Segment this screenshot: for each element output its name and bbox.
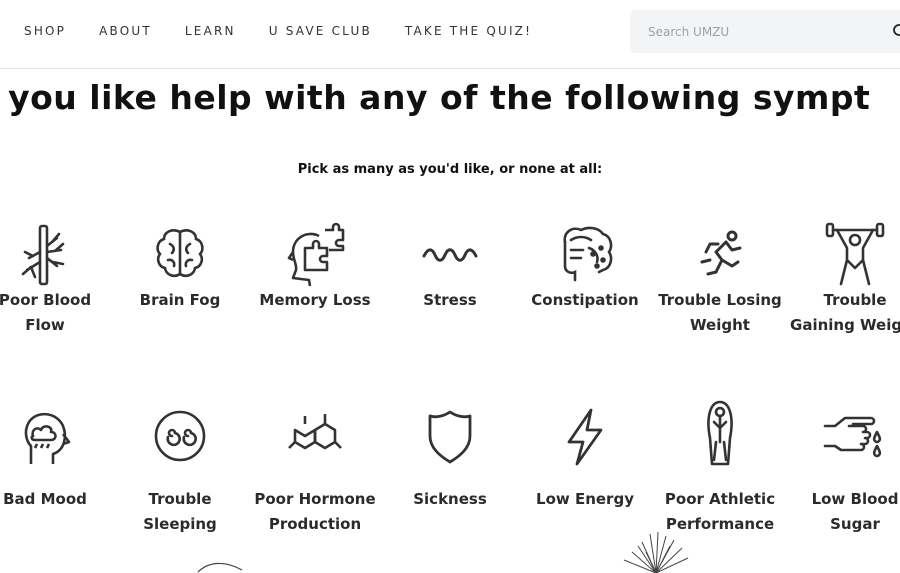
symptom-label: Trouble Sleeping (143, 490, 217, 533)
symptom-low-energy[interactable]: Low Energy (519, 406, 651, 512)
nav-about[interactable]: ABOUT (99, 24, 152, 38)
intestines-icon (563, 226, 613, 282)
decorative-sketch-line (197, 562, 243, 573)
nav-u-save-club[interactable]: U SAVE CLUB (269, 24, 372, 38)
molecule-icon (288, 414, 342, 450)
symptom-sickness[interactable]: Sickness (384, 406, 516, 512)
symptom-trouble-gaining-weight[interactable]: Trouble Gaining Weight (789, 222, 900, 337)
symptom-brain-fog[interactable]: Brain Fog (114, 222, 246, 313)
nav-shop[interactable]: SHOP (24, 24, 66, 38)
nav-learn[interactable]: LEARN (185, 24, 236, 38)
symptom-poor-hormone-production[interactable]: Poor Hormone Production (249, 406, 381, 536)
symptom-label: Constipation (531, 291, 639, 309)
symptom-constipation[interactable]: Constipation (519, 222, 651, 313)
search-box (630, 10, 900, 53)
symptom-stress[interactable]: Stress (384, 222, 516, 313)
symptom-label: Brain Fog (139, 291, 221, 309)
symptom-low-blood-sugar[interactable]: Low Blood Sugar (789, 406, 900, 536)
symptom-label: Bad Mood (3, 490, 87, 508)
squiggle-wave-icon (422, 248, 478, 262)
symptom-label: Trouble Losing Weight (658, 291, 782, 334)
symptom-bad-mood[interactable]: Bad Mood (0, 406, 111, 512)
top-navigation-bar: SHOP ABOUT LEARN U SAVE CLUB TAKE THE QU… (0, 0, 900, 69)
page-heading: d you like help with any of the followin… (0, 78, 871, 117)
brain-icon (156, 229, 204, 278)
nav-take-the-quiz[interactable]: TAKE THE QUIZ! (405, 24, 532, 38)
weightlifter-icon (825, 222, 885, 286)
symptom-poor-athletic-performance[interactable]: Poor Athletic Performance (654, 398, 786, 536)
symptom-label: Poor Blood Flow (0, 291, 92, 334)
page-subheading: Pick as many as you'd like, or none at a… (297, 162, 603, 177)
runner-icon (700, 230, 742, 276)
dizzy-face-icon (154, 410, 206, 462)
symptom-label: Memory Loss (259, 291, 371, 309)
symptom-memory-loss[interactable]: Memory Loss (249, 222, 381, 313)
symptom-label: Trouble Gaining Weight (790, 291, 900, 334)
search-input[interactable] (630, 10, 875, 53)
symptom-poor-blood-flow[interactable]: Poor Blood Flow (0, 222, 111, 337)
head-puzzle-icon (287, 222, 345, 287)
finger-drop-icon (823, 416, 882, 458)
shield-icon (428, 410, 472, 464)
head-cloud-icon (24, 412, 71, 464)
jump-rope-icon (707, 400, 733, 466)
symptom-label: Sickness (413, 490, 487, 508)
symptom-trouble-sleeping[interactable]: Trouble Sleeping (114, 406, 246, 536)
symptom-label: Low Energy (536, 490, 634, 508)
symptom-label: Stress (423, 291, 477, 309)
main-nav: SHOP ABOUT LEARN U SAVE CLUB TAKE THE QU… (24, 24, 565, 38)
decorative-grass-illustration (623, 531, 689, 573)
search-icon[interactable] (892, 23, 900, 39)
lightning-bolt-icon (567, 408, 603, 466)
symptom-label: Low Blood Sugar (811, 490, 899, 533)
blood-vessel-icon (21, 224, 65, 286)
symptom-trouble-losing-weight[interactable]: Trouble Losing Weight (654, 222, 786, 337)
symptom-label: Poor Hormone Production (254, 490, 376, 533)
